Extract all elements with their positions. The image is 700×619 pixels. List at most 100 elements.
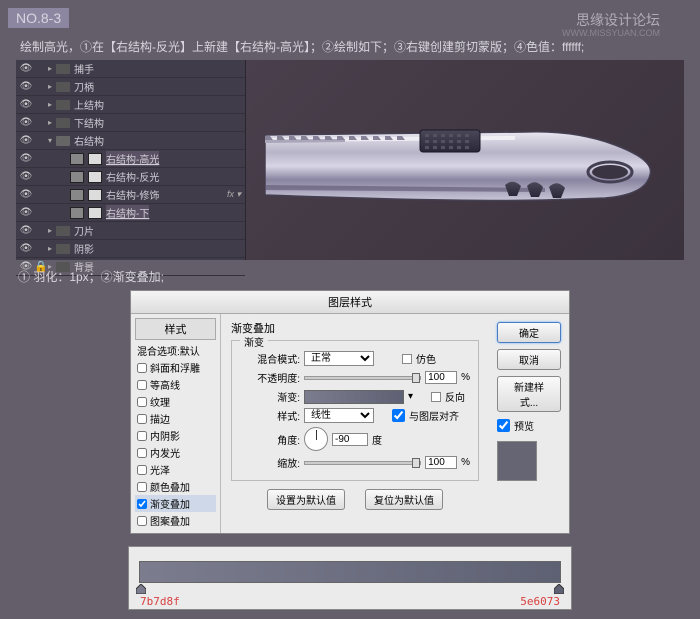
layer-name: 右结构-反光 <box>106 169 159 184</box>
opacity-input[interactable] <box>425 371 457 384</box>
layer-row[interactable]: 👁 ▸ 阴影 <box>16 240 245 258</box>
layer-thumb <box>70 189 84 201</box>
layer-name: 右结构-修饰 <box>106 187 159 202</box>
layers-panel[interactable]: 👁 ▸ 捕手 👁 ▸ 刀柄 👁 ▸ 上结构 👁 ▸ 下结构 👁 ▾ 右结构 👁 <box>16 60 246 260</box>
layer-name: 右结构 <box>74 133 104 148</box>
scale-label: 缩放: <box>240 455 300 470</box>
style-item[interactable]: 图案叠加 <box>135 512 216 529</box>
visibility-icon[interactable]: 👁 <box>18 225 34 236</box>
style-label: 描边 <box>150 411 170 426</box>
gradient-stop-left[interactable] <box>136 584 146 594</box>
set-default-button[interactable]: 设置为默认值 <box>267 489 345 510</box>
fx-badge[interactable]: fx ▾ <box>227 189 241 200</box>
layer-row[interactable]: 👁 ▸ 上结构 <box>16 96 245 114</box>
style-checkbox[interactable] <box>137 363 147 373</box>
style-item[interactable]: 等高线 <box>135 376 216 393</box>
style-label: 光泽 <box>150 462 170 477</box>
style-checkbox[interactable] <box>137 516 147 526</box>
preview-swatch <box>497 441 537 481</box>
style-checkbox[interactable] <box>137 482 147 492</box>
style-item[interactable]: 渐变叠加 <box>135 495 216 512</box>
layer-row[interactable]: 👁 ▸ 捕手 <box>16 60 245 78</box>
style-label: 图案叠加 <box>150 513 190 528</box>
mask-thumb <box>88 207 102 219</box>
visibility-icon[interactable]: 👁 <box>18 243 34 254</box>
style-label: 斜面和浮雕 <box>150 360 200 375</box>
style-select[interactable]: 线性 <box>304 408 374 423</box>
style-item[interactable]: 光泽 <box>135 461 216 478</box>
gradient-preview[interactable] <box>304 390 404 404</box>
preview-checkbox[interactable] <box>497 419 510 432</box>
style-item[interactable]: 内发光 <box>135 444 216 461</box>
blend-mode-select[interactable]: 正常 <box>304 351 374 366</box>
mask-thumb <box>88 171 102 183</box>
visibility-icon[interactable]: 👁 <box>18 153 34 164</box>
scale-slider[interactable] <box>304 461 421 465</box>
mask-thumb <box>88 153 102 165</box>
preview-label: 预览 <box>514 418 534 433</box>
style-checkbox[interactable] <box>137 499 147 509</box>
layer-row[interactable]: 👁 右结构-下 <box>16 204 245 222</box>
angle-input[interactable] <box>332 433 368 446</box>
visibility-icon[interactable]: 👁 <box>18 207 34 218</box>
layer-name: 下结构 <box>74 115 104 130</box>
visibility-icon[interactable]: 👁 <box>18 63 34 74</box>
mask-thumb <box>88 189 102 201</box>
layer-name: 刀片 <box>74 223 94 238</box>
style-checkbox[interactable] <box>137 431 147 441</box>
layer-row[interactable]: 👁 右结构-高光 <box>16 150 245 168</box>
layer-row[interactable]: 👁 ▸ 下结构 <box>16 114 245 132</box>
layer-row[interactable]: 👁 ▾ 右结构 <box>16 132 245 150</box>
visibility-icon[interactable]: 👁 <box>18 99 34 110</box>
scale-input[interactable] <box>425 456 457 469</box>
reset-default-button[interactable]: 复位为默认值 <box>365 489 443 510</box>
layer-name: 刀柄 <box>74 79 94 94</box>
opacity-label: 不透明度: <box>240 370 300 385</box>
layer-thumb <box>70 171 84 183</box>
step-tag: NO.8-3 <box>8 8 69 28</box>
folder-icon <box>56 118 70 128</box>
layer-row[interactable]: 👁 右结构-修饰 fx ▾ <box>16 186 245 204</box>
style-item[interactable]: 内阴影 <box>135 427 216 444</box>
layer-name: 阴影 <box>74 241 94 256</box>
style-checkbox[interactable] <box>137 414 147 424</box>
style-checkbox[interactable] <box>137 465 147 475</box>
layer-row[interactable]: 👁 ▸ 刀片 <box>16 222 245 240</box>
style-checkbox[interactable] <box>137 397 147 407</box>
style-checkbox[interactable] <box>137 448 147 458</box>
layer-thumb <box>70 207 84 219</box>
style-item[interactable]: 斜面和浮雕 <box>135 359 216 376</box>
style-item[interactable]: 描边 <box>135 410 216 427</box>
angle-dial[interactable] <box>304 427 328 451</box>
instruction-2: ① 羽化：1px；②渐变叠加; <box>18 268 164 285</box>
align-checkbox[interactable] <box>392 409 405 422</box>
visibility-icon[interactable]: 👁 <box>18 81 34 92</box>
visibility-icon[interactable]: 👁 <box>18 189 34 200</box>
opacity-slider[interactable] <box>304 376 421 380</box>
cancel-button[interactable]: 取消 <box>497 349 561 370</box>
opacity-unit: % <box>461 372 470 383</box>
style-item[interactable]: 颜色叠加 <box>135 478 216 495</box>
ok-button[interactable]: 确定 <box>497 322 561 343</box>
gradient-stop-right[interactable] <box>554 584 564 594</box>
instruction-1: 绘制高光，①在【右结构-反光】上新建【右结构-高光】；②绘制如下；③右键创建剪切… <box>20 38 584 55</box>
blend-options[interactable]: 混合选项:默认 <box>135 342 216 359</box>
visibility-icon[interactable]: 👁 <box>18 117 34 128</box>
new-style-button[interactable]: 新建样式... <box>497 376 561 412</box>
visibility-icon[interactable]: 👁 <box>18 135 34 146</box>
gradient-bar[interactable]: 7b7d8f 5e6073 <box>139 561 561 583</box>
left-color-label: 7b7d8f <box>140 595 180 608</box>
dither-label: 仿色 <box>416 351 436 366</box>
style-item[interactable]: 纹理 <box>135 393 216 410</box>
layer-name: 上结构 <box>74 97 104 112</box>
reverse-checkbox[interactable] <box>431 392 441 402</box>
blend-mode-label: 混合模式: <box>240 351 300 366</box>
style-label: 等高线 <box>150 377 180 392</box>
style-checkbox[interactable] <box>137 380 147 390</box>
right-color-label: 5e6073 <box>520 595 560 608</box>
layer-row[interactable]: 👁 右结构-反光 <box>16 168 245 186</box>
scale-unit: % <box>461 457 470 468</box>
layer-row[interactable]: 👁 ▸ 刀柄 <box>16 78 245 96</box>
dither-checkbox[interactable] <box>402 354 412 364</box>
visibility-icon[interactable]: 👁 <box>18 171 34 182</box>
